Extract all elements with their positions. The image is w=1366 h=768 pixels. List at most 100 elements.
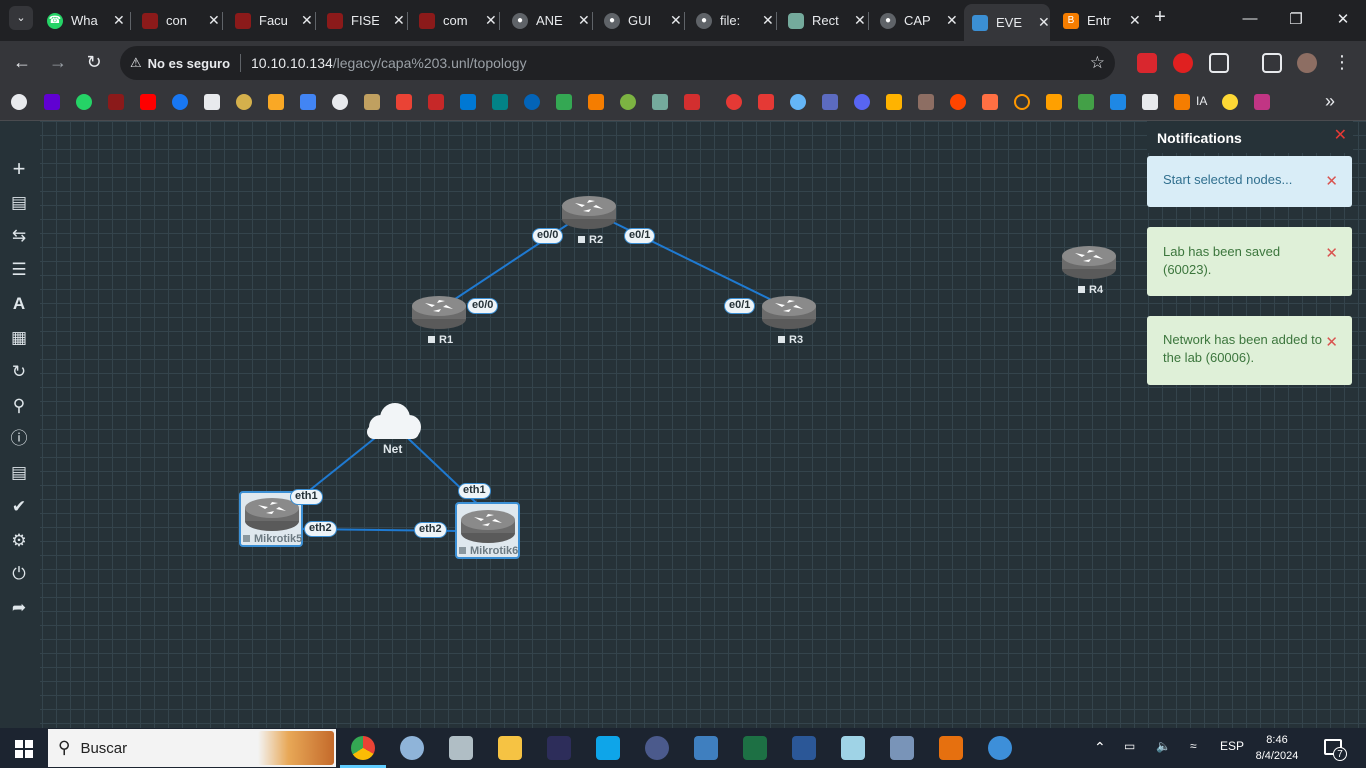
infinity-bookmark-icon[interactable]: [1046, 94, 1062, 110]
iface-r2-e01[interactable]: e0/1: [624, 228, 656, 244]
crest-bookmark-icon[interactable]: [428, 94, 444, 110]
notepad-taskbar-icon[interactable]: [841, 736, 865, 760]
node-label-net[interactable]: Net: [383, 442, 402, 456]
word-taskbar-icon[interactable]: [792, 736, 816, 760]
iface-r2-e00[interactable]: e0/0: [532, 228, 564, 244]
node-label-r2[interactable]: R2: [578, 234, 603, 246]
tab-ane[interactable]: ● ANE ✕: [512, 6, 590, 35]
language-indicator[interactable]: ESP: [1220, 739, 1244, 753]
profile-avatar[interactable]: [1297, 53, 1317, 73]
node-label-mikrotik5[interactable]: Mikrotik5: [243, 533, 302, 545]
network-app-taskbar-icon[interactable]: [645, 736, 669, 760]
tab-facu[interactable]: Facu ✕: [235, 6, 313, 35]
close-icon[interactable]: ✕: [670, 12, 682, 29]
menu-kebab-icon[interactable]: ⋮: [1331, 52, 1353, 73]
iface-r1-e00[interactable]: e0/0: [467, 298, 499, 314]
excel-taskbar-icon[interactable]: [743, 736, 767, 760]
tab-eve[interactable]: EVE ✕: [964, 4, 1050, 41]
close-icon[interactable]: ✕: [301, 12, 313, 29]
vmware-taskbar-icon[interactable]: [596, 736, 620, 760]
tray-overflow-icon[interactable]: ⌃: [1094, 739, 1106, 756]
seal-bookmark-icon[interactable]: [236, 94, 252, 110]
clock[interactable]: 8:46 8/4/2024: [1254, 732, 1300, 764]
node-label-r1[interactable]: R1: [428, 334, 453, 346]
extension-mega-icon[interactable]: [1137, 53, 1157, 73]
image-bookmark-icon[interactable]: [886, 94, 902, 110]
tab-rect[interactable]: Rect ✕: [788, 6, 866, 35]
close-icon[interactable]: ✕: [1325, 173, 1338, 191]
discord-bookmark-icon[interactable]: [854, 94, 870, 110]
close-icon[interactable]: ✕: [762, 12, 774, 29]
tab-entr[interactable]: B Entr ✕: [1063, 6, 1141, 35]
paint-taskbar-icon[interactable]: [400, 736, 424, 760]
iface-mk5-eth1[interactable]: eth1: [290, 489, 323, 505]
close-icon[interactable]: ✕: [1038, 14, 1050, 31]
node-label-mikrotik6[interactable]: Mikrotik6: [459, 545, 518, 557]
node-label-r3[interactable]: R3: [778, 334, 803, 346]
tab-search-button[interactable]: ⌄: [9, 6, 33, 30]
router-r1[interactable]: [411, 293, 467, 331]
close-notifications-icon[interactable]: ✕: [1334, 125, 1347, 145]
sy-bookmark-icon[interactable]: [758, 94, 774, 110]
close-icon[interactable]: ✕: [113, 12, 125, 29]
sharepoint-bookmark-icon[interactable]: [492, 94, 508, 110]
news-bookmark-icon[interactable]: [918, 94, 934, 110]
close-icon[interactable]: ✕: [578, 12, 590, 29]
gear-bookmark-icon[interactable]: [982, 94, 998, 110]
youtube-bookmark-icon[interactable]: [140, 94, 156, 110]
ia-bookmark-label[interactable]: IA: [1196, 94, 1207, 108]
heart-bookmark-icon[interactable]: [726, 94, 742, 110]
iface-mk6-eth2[interactable]: eth2: [414, 522, 447, 538]
extensions-puzzle-icon[interactable]: [1209, 53, 1229, 73]
blogger-bookmark-icon[interactable]: [588, 94, 604, 110]
close-icon[interactable]: ✕: [485, 12, 497, 29]
close-icon[interactable]: ✕: [208, 12, 220, 29]
hat-bookmark-icon[interactable]: [1222, 94, 1238, 110]
onedrive-bookmark-icon[interactable]: [524, 94, 540, 110]
globe-bookmark-icon[interactable]: [11, 94, 27, 110]
grid-bookmark-icon[interactable]: [1078, 94, 1094, 110]
remote-desktop-taskbar-icon[interactable]: [694, 736, 718, 760]
chatgpt-bookmark-icon[interactable]: [652, 94, 668, 110]
forward-button[interactable]: →: [47, 52, 69, 73]
globe-bookmark-icon-2[interactable]: [332, 94, 348, 110]
ia-bookmark-icon[interactable]: [1174, 94, 1190, 110]
restore-button[interactable]: ❐: [1286, 10, 1306, 28]
w-bookmark-icon[interactable]: [684, 94, 700, 110]
whatsapp-bookmark-icon[interactable]: [76, 94, 92, 110]
cloud-net[interactable]: [361, 401, 425, 441]
browser-alt-taskbar-icon[interactable]: [988, 736, 1012, 760]
file-explorer-taskbar-icon[interactable]: [498, 736, 522, 760]
router-r3[interactable]: [761, 293, 817, 331]
cloud-bookmark-icon[interactable]: [790, 94, 806, 110]
outlook-bookmark-icon[interactable]: [460, 94, 476, 110]
minimize-button[interactable]: —: [1240, 10, 1260, 27]
network-wifi-icon[interactable]: ≈: [1190, 739, 1197, 753]
gmail-bookmark-icon[interactable]: [396, 94, 412, 110]
close-icon[interactable]: ✕: [1325, 334, 1338, 352]
graduation-bookmark-icon[interactable]: [822, 94, 838, 110]
tools-bookmark-icon[interactable]: [364, 94, 380, 110]
address-bar[interactable]: ⚠ No es seguro 10.10.10.134 /legacy/capa…: [120, 46, 1115, 80]
reload-button[interactable]: ↻: [83, 52, 105, 73]
close-icon[interactable]: ✕: [854, 12, 866, 29]
close-window-button[interactable]: ✕: [1333, 10, 1353, 28]
topology-canvas[interactable]: + ▤ ⇆ ☰ A ▦ ↻ ⚲ ⓘ ▤ ✔ ⚙ ⏻ ➦ R2 R1 R3 R4 …: [0, 121, 1366, 728]
router-r2[interactable]: [561, 193, 617, 231]
iface-mk6-eth1[interactable]: eth1: [458, 483, 491, 499]
volume-icon[interactable]: 🔈: [1156, 739, 1171, 753]
tab-com[interactable]: com ✕: [419, 6, 497, 35]
close-icon[interactable]: ✕: [1325, 245, 1338, 263]
tab-con[interactable]: con ✕: [142, 6, 220, 35]
translate-bookmark-icon[interactable]: [300, 94, 316, 110]
close-icon[interactable]: ✕: [393, 12, 405, 29]
terminal-taskbar-icon[interactable]: [547, 736, 571, 760]
extension-adblock-icon[interactable]: [1173, 53, 1193, 73]
notion-bookmark-icon[interactable]: [1142, 94, 1158, 110]
pencil-bookmark-icon[interactable]: [1110, 94, 1126, 110]
router-r4[interactable]: [1061, 243, 1117, 281]
side-panel-icon[interactable]: [1262, 53, 1282, 73]
close-icon[interactable]: ✕: [946, 12, 958, 29]
bookmark-star-icon[interactable]: ☆: [1090, 53, 1105, 73]
close-icon[interactable]: ✕: [1129, 12, 1141, 29]
